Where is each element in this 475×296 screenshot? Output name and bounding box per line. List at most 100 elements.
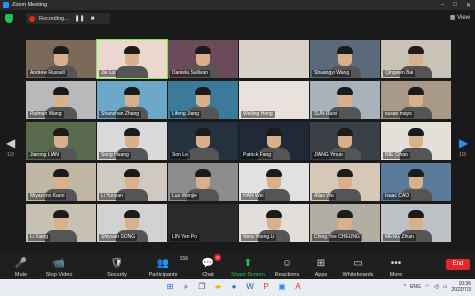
participant-hair bbox=[195, 87, 211, 95]
close-button[interactable]: ✕ bbox=[466, 2, 471, 9]
maximize-button[interactable]: □ bbox=[453, 2, 457, 9]
reactions-button[interactable]: ☺ Reactions bbox=[274, 254, 300, 278]
zoom-taskbar-icon[interactable]: ▣ bbox=[277, 282, 287, 292]
participant-name: Nora Yitong Li bbox=[241, 234, 277, 241]
share-arrow-icon: ⬆ bbox=[243, 258, 253, 269]
participant-tile[interactable]: Isaac CAO bbox=[381, 163, 451, 201]
participant-tile[interactable]: Ching Yee CHEUNG bbox=[310, 204, 380, 242]
participant-tile[interactable]: Lifeng Jiang bbox=[168, 81, 238, 119]
acrobat-icon[interactable]: A bbox=[293, 282, 303, 292]
clock[interactable]: 10:36 2022/7/3 bbox=[452, 281, 471, 293]
participant-hair bbox=[408, 169, 424, 177]
more-dots-icon: ••• bbox=[390, 258, 402, 269]
participant-hair bbox=[266, 128, 282, 136]
more-button[interactable]: ••• More bbox=[387, 254, 405, 278]
participant-tile[interactable]: Jiarong LIAN bbox=[26, 122, 96, 160]
chat-bubble-icon: 💬 bbox=[201, 258, 215, 269]
participant-hair bbox=[53, 128, 69, 136]
participant-name: Qingwen Bai bbox=[383, 70, 416, 77]
participant-body bbox=[187, 148, 219, 160]
participant-hair bbox=[266, 210, 282, 218]
window-title: Zoom Meeting bbox=[12, 2, 48, 8]
participant-hair bbox=[53, 46, 69, 54]
edge-browser-icon[interactable]: ● bbox=[229, 282, 239, 292]
participant-name: Lifeng Jiang bbox=[170, 111, 201, 118]
participant-tile[interactable]: LIN Yen Po bbox=[168, 204, 238, 242]
participant-name: Son Le bbox=[170, 152, 190, 159]
participant-tile[interactable]: MENG Zihan bbox=[381, 204, 451, 242]
participant-tile[interactable]: Luo Wenjie bbox=[168, 163, 238, 201]
participant-hair bbox=[408, 210, 424, 218]
participant-tile[interactable]: JIANG Yinuo bbox=[310, 122, 380, 160]
view-label: View bbox=[457, 15, 470, 21]
participant-tile[interactable]: Jie Liu bbox=[96, 39, 168, 79]
participant-tile[interactable]: Andrew Russell bbox=[26, 40, 96, 78]
participant-name: Andrew Russell bbox=[28, 70, 67, 77]
participant-tile[interactable]: NIE Cihao bbox=[381, 122, 451, 160]
security-button[interactable]: 🛡 Security bbox=[104, 254, 130, 278]
word-icon[interactable]: W bbox=[245, 282, 255, 292]
participant-hair bbox=[337, 169, 353, 177]
participant-tile[interactable]: Nora Yitong Li bbox=[239, 204, 309, 242]
participants-button[interactable]: 👥 156 Participants bbox=[146, 254, 188, 278]
view-button[interactable]: ▦ View bbox=[450, 14, 470, 21]
participant-tile[interactable]: Ruimen Wang bbox=[26, 81, 96, 119]
language-indicator[interactable]: ENG bbox=[410, 284, 421, 290]
participant-tile[interactable]: Son Le bbox=[168, 122, 238, 160]
previous-page-icon[interactable]: ◀ bbox=[6, 136, 15, 150]
participant-hair bbox=[124, 128, 140, 136]
participant-hair bbox=[53, 210, 69, 218]
participant-tile[interactable]: susan mays bbox=[381, 81, 451, 119]
smiley-icon: ☺ bbox=[281, 258, 293, 269]
powerpoint-icon[interactable]: P bbox=[261, 282, 271, 292]
participant-name: Patrick Fang bbox=[241, 152, 274, 159]
participant-tile[interactable]: Song Huang bbox=[97, 122, 167, 160]
participant-hair bbox=[124, 46, 140, 54]
start-icon[interactable]: ⊞ bbox=[165, 282, 175, 292]
participant-tile[interactable]: Weiling Hong bbox=[239, 81, 309, 119]
battery-icon[interactable]: ▭ bbox=[443, 284, 448, 290]
participant-tile[interactable]: Daniela Sullivan bbox=[168, 40, 238, 78]
zoom-app-icon bbox=[3, 2, 9, 8]
pause-recording-button[interactable]: ❚❚ bbox=[75, 15, 85, 22]
participant-tile[interactable]: SUN Ruixi bbox=[310, 81, 380, 119]
next-page-icon[interactable]: ▶ bbox=[459, 136, 468, 150]
participant-tile[interactable]: HAN Wei bbox=[239, 163, 309, 201]
participant-name: Li Yunyan bbox=[99, 193, 125, 200]
search-icon[interactable]: ⌕ bbox=[181, 282, 191, 292]
shield-icon: 🛡 bbox=[110, 258, 124, 269]
participant-tile[interactable]: Patrick Fang bbox=[239, 122, 309, 160]
participant-tile[interactable]: Shiyuan SONG bbox=[97, 204, 167, 242]
apps-button[interactable]: ⊞ Apps bbox=[312, 254, 330, 278]
participant-tile[interactable]: Allas Wu bbox=[310, 163, 380, 201]
participant-tile[interactable]: Miyazono Kaori bbox=[26, 163, 96, 201]
minimize-button[interactable]: – bbox=[441, 2, 444, 9]
wifi-icon[interactable]: ◠ bbox=[425, 284, 429, 290]
file-explorer-icon[interactable]: ▰ bbox=[213, 282, 223, 292]
participant-tile[interactable] bbox=[239, 40, 309, 78]
participant-tile[interactable]: Li Xiang bbox=[26, 204, 96, 242]
chat-button[interactable]: 💬 3 Chat bbox=[198, 254, 221, 278]
participant-name: Shuangyi Wang bbox=[312, 70, 352, 77]
volume-icon[interactable]: ◁) bbox=[433, 284, 439, 290]
participant-hair bbox=[124, 169, 140, 177]
participant-name: SUN Ruixi bbox=[312, 111, 340, 118]
participant-tile[interactable]: Qingwen Bai bbox=[381, 40, 451, 78]
tray-chevron-icon[interactable]: ^ bbox=[404, 284, 406, 290]
participant-hair bbox=[53, 87, 69, 95]
participant-tile[interactable]: Shuangyi Wang bbox=[310, 40, 380, 78]
encryption-shield-icon[interactable] bbox=[5, 14, 13, 23]
mute-button[interactable]: 🎤 Mute bbox=[8, 254, 34, 278]
video-camera-icon: 📹 bbox=[52, 258, 66, 269]
participant-name: HAN Wei bbox=[241, 193, 266, 200]
stop-recording-button[interactable]: ■ bbox=[91, 16, 95, 22]
end-meeting-button[interactable]: End bbox=[446, 259, 470, 270]
participant-name: Ruimen Wang bbox=[28, 111, 64, 118]
participant-tile[interactable]: Shanshan Zhang bbox=[97, 81, 167, 119]
task-view-icon[interactable]: ❐ bbox=[197, 282, 207, 292]
video-background bbox=[239, 40, 309, 78]
whiteboards-button[interactable]: ▭ Whiteboards bbox=[342, 254, 374, 278]
stop-video-button[interactable]: 📹 Stop Video bbox=[42, 254, 76, 278]
share-screen-button[interactable]: ⬆ Share Screen bbox=[230, 254, 266, 278]
participant-tile[interactable]: Li Yunyan bbox=[97, 163, 167, 201]
